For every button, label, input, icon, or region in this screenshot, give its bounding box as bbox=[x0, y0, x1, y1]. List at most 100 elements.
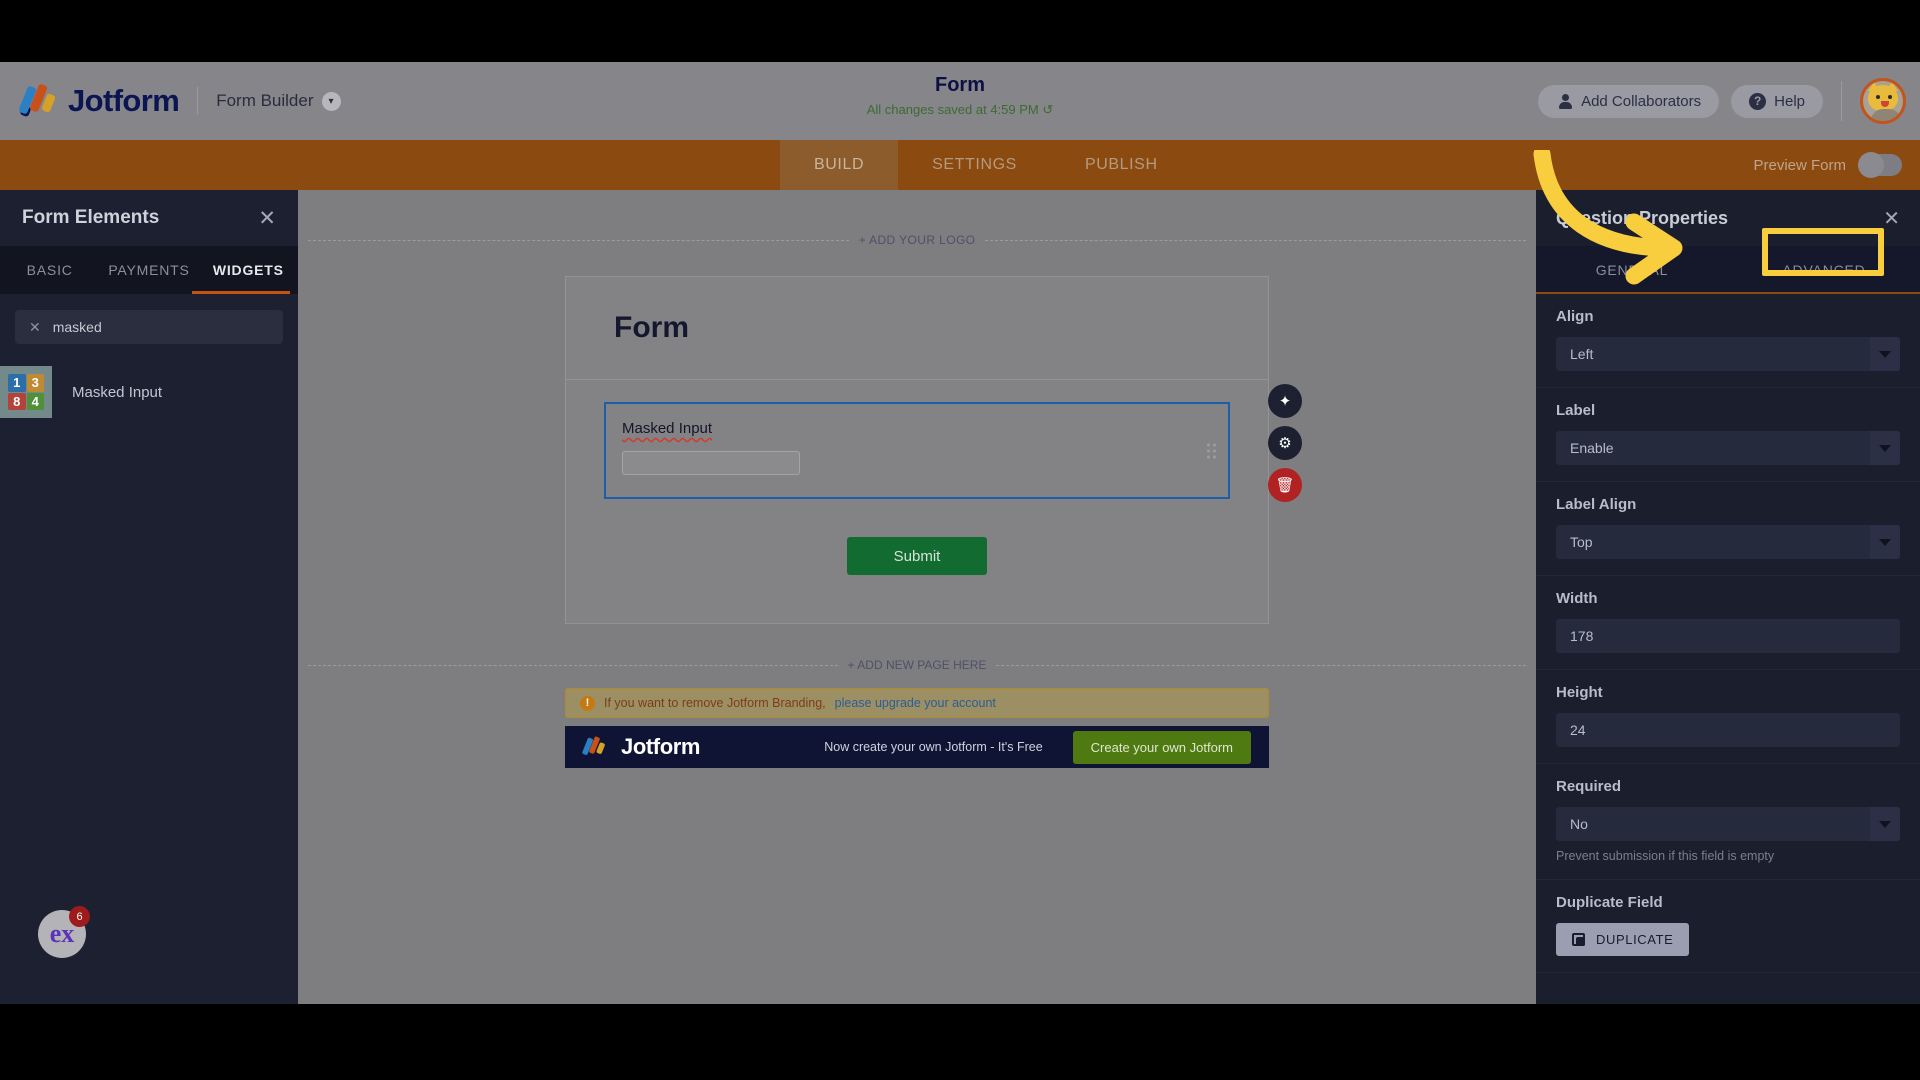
required-select[interactable]: No bbox=[1556, 807, 1900, 841]
chevron-down-icon bbox=[1870, 337, 1900, 371]
masked-input-numgrid-icon: 1 3 8 4 bbox=[0, 366, 52, 418]
tab-settings[interactable]: SETTINGS bbox=[898, 140, 1051, 190]
property-align: Align Left bbox=[1536, 294, 1920, 388]
gear-icon[interactable]: ⚙ bbox=[1268, 426, 1302, 460]
help-icon: ? bbox=[1749, 92, 1767, 110]
question-properties-title: Question Properties bbox=[1556, 207, 1729, 228]
clear-search-icon[interactable]: ✕ bbox=[29, 319, 41, 336]
duplicate-icon bbox=[1572, 932, 1586, 947]
property-width: Width 178 bbox=[1536, 576, 1920, 670]
property-label: Align bbox=[1556, 308, 1594, 325]
search-input-value: masked bbox=[52, 319, 102, 335]
product-menu-label: Form Builder bbox=[216, 91, 314, 110]
search-input[interactable]: ✕ masked bbox=[15, 310, 283, 344]
add-new-page-dropzone[interactable]: + ADD NEW PAGE HERE bbox=[298, 656, 1536, 674]
required-hint: Prevent submission if this field is empt… bbox=[1556, 849, 1775, 863]
header-divider-2 bbox=[1841, 81, 1842, 121]
property-label: Duplicate Field bbox=[1556, 894, 1663, 911]
warning-icon: ! bbox=[580, 695, 595, 711]
save-status: All changes saved at 4:59 PM ↺ bbox=[866, 102, 1054, 117]
numgrid-cell-8: 8 bbox=[8, 392, 26, 410]
add-collaborators-button[interactable]: Add Collaborators bbox=[1538, 84, 1720, 118]
form-heading: Form bbox=[614, 311, 689, 344]
tab-general[interactable]: GENERAL bbox=[1536, 262, 1728, 278]
jotform-footer-banner: Jotform Now create your own Jotform - It… bbox=[565, 726, 1269, 768]
tab-widgets[interactable]: WIDGETS bbox=[199, 246, 298, 294]
browser-viewport: Jotform Form Builder ▾ Form All changes … bbox=[0, 62, 1920, 1004]
floating-extension-widget[interactable]: ex 6 bbox=[38, 906, 90, 958]
label-align-select-value: Top bbox=[1570, 534, 1593, 550]
dashed-rule-right-2 bbox=[996, 664, 1526, 666]
drag-handle-icon[interactable] bbox=[1207, 443, 1216, 458]
upgrade-account-link[interactable]: please upgrade your account bbox=[835, 696, 996, 710]
preview-form-label: Preview Form bbox=[1753, 156, 1846, 174]
align-select[interactable]: Left bbox=[1556, 337, 1900, 371]
widget-list-item-masked-input[interactable]: 1 3 8 4 Masked Input bbox=[0, 360, 298, 424]
header-actions: Add Collaborators ? Help bbox=[1538, 62, 1906, 140]
align-select-value: Left bbox=[1570, 346, 1594, 362]
avatar[interactable] bbox=[1860, 78, 1906, 124]
tab-build[interactable]: BUILD bbox=[780, 140, 899, 190]
masked-input-field[interactable]: Masked Input bbox=[604, 402, 1230, 499]
chevron-down-icon bbox=[1870, 807, 1900, 841]
property-required: Required No Prevent submission if this f… bbox=[1536, 764, 1920, 880]
close-icon[interactable]: ✕ bbox=[258, 206, 276, 231]
question-properties-tabs: GENERAL ADVANCED bbox=[1536, 246, 1920, 294]
extension-logo: ex bbox=[49, 919, 75, 948]
preview-form-control[interactable]: Preview Form bbox=[1753, 140, 1902, 190]
chevron-down-icon: ▾ bbox=[321, 91, 341, 111]
width-input[interactable]: 178 bbox=[1556, 619, 1900, 653]
dashed-rule-left-2 bbox=[308, 664, 838, 666]
tab-payments[interactable]: PAYMENTS bbox=[99, 246, 198, 294]
app-header: Jotform Form Builder ▾ Form All changes … bbox=[0, 62, 1920, 140]
brand-logo[interactable]: Jotform bbox=[18, 83, 180, 119]
duplicate-button[interactable]: DUPLICATE bbox=[1556, 923, 1690, 956]
required-select-value: No bbox=[1570, 816, 1588, 832]
magic-wand-icon[interactable]: ✦ bbox=[1268, 384, 1302, 418]
masked-input-textbox[interactable] bbox=[622, 451, 800, 475]
trash-icon[interactable]: 🗑 bbox=[1268, 468, 1302, 502]
header-divider bbox=[197, 87, 199, 115]
tab-advanced[interactable]: ADVANCED bbox=[1728, 262, 1920, 278]
product-menu[interactable]: Form Builder ▾ bbox=[216, 91, 341, 111]
submit-button[interactable]: Submit bbox=[847, 537, 987, 575]
widget-search-wrap: ✕ masked bbox=[0, 294, 298, 360]
close-icon[interactable]: ✕ bbox=[1883, 206, 1900, 231]
submit-area: Submit bbox=[566, 511, 1268, 623]
add-collaborators-label: Add Collaborators bbox=[1581, 92, 1702, 110]
field-label: Masked Input bbox=[622, 420, 713, 437]
numgrid-cell-4: 4 bbox=[26, 392, 44, 410]
form-field-area: Masked Input ✦ ⚙ 🗑 bbox=[566, 380, 1302, 511]
screen-top-letterbox bbox=[0, 0, 1920, 62]
property-label: Label Align bbox=[1556, 496, 1637, 513]
tab-basic[interactable]: BASIC bbox=[0, 246, 99, 294]
help-label: Help bbox=[1774, 92, 1805, 110]
widget-label: Masked Input bbox=[72, 383, 163, 401]
numgrid-cell-1: 1 bbox=[8, 374, 26, 392]
height-input[interactable]: 24 bbox=[1556, 713, 1900, 747]
help-button[interactable]: ? Help bbox=[1731, 84, 1823, 118]
form-elements-panel: Form Elements ✕ BASIC PAYMENTS WIDGETS ✕… bbox=[0, 190, 298, 1004]
app-root: Jotform Form Builder ▾ Form All changes … bbox=[0, 0, 1920, 1080]
preview-form-toggle[interactable] bbox=[1858, 152, 1902, 178]
page-title[interactable]: Form bbox=[867, 74, 1054, 97]
active-tab-indicator bbox=[192, 291, 290, 294]
tab-publish[interactable]: PUBLISH bbox=[1051, 140, 1192, 190]
jotform-footer-logo-icon bbox=[581, 736, 606, 758]
screen-bottom-letterbox bbox=[0, 1004, 1920, 1080]
chevron-down-icon bbox=[1870, 431, 1900, 465]
add-new-page-label: + ADD NEW PAGE HERE bbox=[847, 658, 987, 672]
form-canvas: + ADD YOUR LOGO Form Masked Input ✦ ⚙ 🗑 … bbox=[298, 190, 1536, 1004]
jotform-logo-icon bbox=[18, 83, 57, 118]
form-header-area[interactable]: Form bbox=[566, 277, 1268, 380]
brand-wordmark: Jotform bbox=[68, 83, 180, 118]
label-align-select[interactable]: Top bbox=[1556, 525, 1900, 559]
property-label: Required bbox=[1556, 778, 1622, 795]
create-your-own-jotform-button[interactable]: Create your own Jotform bbox=[1072, 730, 1251, 764]
notification-badge: 6 bbox=[69, 906, 90, 927]
add-logo-dropzone[interactable]: + ADD YOUR LOGO bbox=[298, 230, 1536, 250]
branding-notice-bar: ! If you want to remove Jotform Branding… bbox=[565, 688, 1269, 718]
form-title-block: Form All changes saved at 4:59 PM ↺ bbox=[867, 74, 1054, 118]
tabs-underline bbox=[1536, 292, 1920, 294]
label-select[interactable]: Enable bbox=[1556, 431, 1900, 465]
